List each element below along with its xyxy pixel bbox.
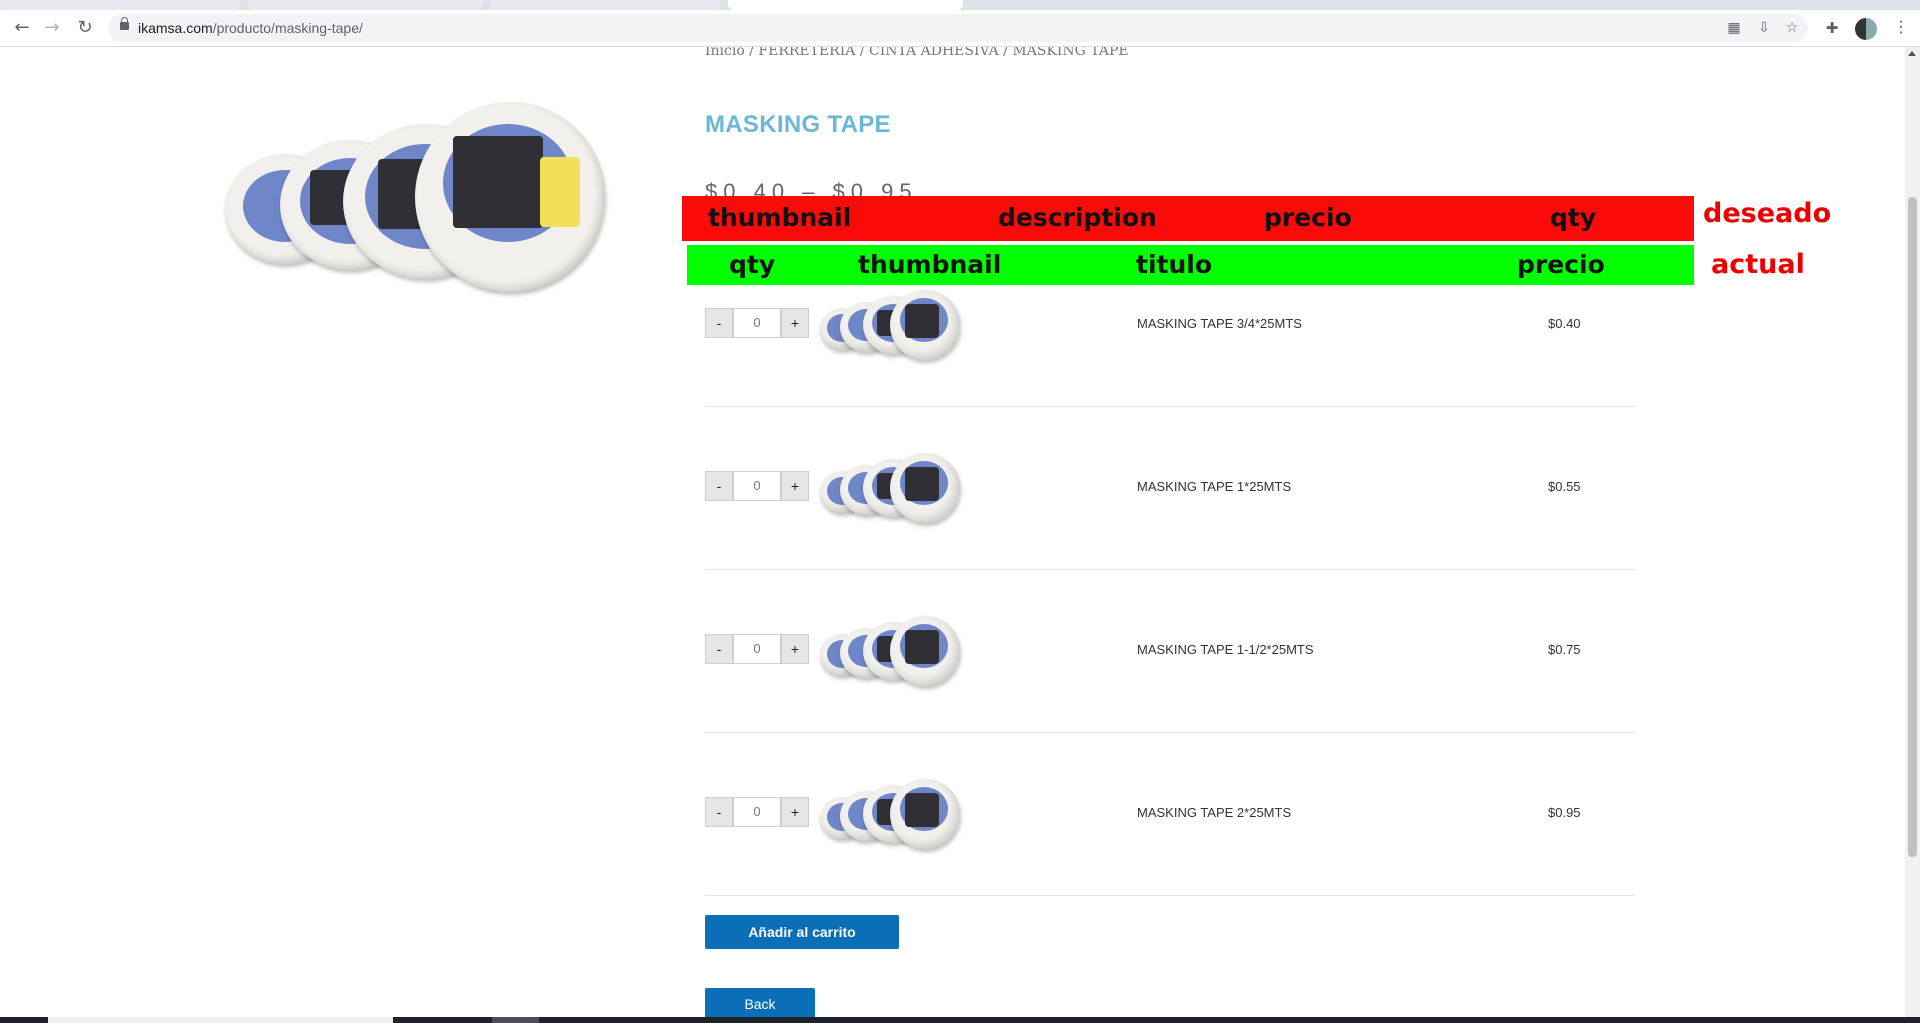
install-icon[interactable]: ⇩ [1756,20,1772,36]
forward-arrow-icon[interactable]: → [42,18,62,38]
row-divider [705,732,1635,733]
quantity-stepper[interactable]: - 0 + [705,797,809,827]
tab-strip [0,0,1920,10]
quantity-stepper[interactable]: - 0 + [705,308,809,338]
actual-col-qty: qty [729,250,776,279]
page-scrollbar[interactable] [1905,47,1920,1017]
menu-kebab-icon[interactable]: ⋮ [1893,18,1909,38]
product-row: - 0 + MASKING TAPE 3/4*25MTS $0.40 [705,290,1635,454]
browser-tab[interactable] [490,0,720,10]
quantity-input[interactable]: 0 [733,797,781,827]
desired-col-precio: precio [1264,203,1352,232]
product-row: - 0 + MASKING TAPE 1-1/2*25MTS $0.75 [705,616,1635,780]
page-content: Inicio / FERRETERIA / CINTA ADHESIVA / M… [0,47,1905,1017]
desired-label: deseado [1703,198,1832,229]
desired-columns-bar: thumbnail description precio qty [682,196,1694,241]
product-title: MASKING TAPE [705,111,891,138]
taskbar-app[interactable] [492,1017,539,1023]
row-price: $0.40 [1548,316,1581,331]
address-bar[interactable]: ikamsa.com/producto/masking-tape/ ▦ ⇩ ☆ [108,14,1808,42]
desired-col-thumbnail: thumbnail [708,203,852,232]
increase-qty-button[interactable]: + [781,308,809,338]
product-thumbnail[interactable] [818,779,968,869]
row-price: $0.75 [1548,642,1581,657]
product-main-image[interactable] [225,102,605,352]
quantity-input[interactable]: 0 [733,634,781,664]
actual-label: actual [1711,249,1805,280]
row-title: MASKING TAPE 2*25MTS [1137,805,1292,820]
row-title: MASKING TAPE 1*25MTS [1137,479,1292,494]
row-price: $0.95 [1548,805,1581,820]
profile-avatar[interactable] [1855,18,1877,40]
back-button[interactable]: Back [705,988,815,1017]
increase-qty-button[interactable]: + [781,634,809,664]
row-divider [705,895,1635,896]
lock-icon[interactable] [120,17,129,30]
product-thumbnail[interactable] [818,453,968,543]
os-taskbar [0,1017,1920,1023]
product-thumbnail[interactable] [818,290,968,380]
product-row: - 0 + MASKING TAPE 1*25MTS $0.55 [705,453,1635,617]
desired-col-qty: qty [1550,203,1597,232]
qr-code-icon[interactable]: ▦ [1726,20,1742,36]
breadcrumb[interactable]: Inicio / FERRETERIA / CINTA ADHESIVA / M… [705,47,1129,59]
browser-toolbar: ← → ↻ ikamsa.com/producto/masking-tape/ … [0,10,1920,47]
scroll-up-arrow-icon[interactable] [1908,51,1916,56]
row-divider [705,406,1635,407]
add-to-cart-button[interactable]: Añadir al carrito [705,915,899,949]
actual-col-precio: precio [1517,250,1605,279]
desired-col-description: description [998,203,1157,232]
actual-col-thumbnail: thumbnail [858,250,1002,279]
row-price: $0.55 [1548,479,1581,494]
increase-qty-button[interactable]: + [781,797,809,827]
quantity-stepper[interactable]: - 0 + [705,634,809,664]
reload-icon[interactable]: ↻ [75,18,95,38]
taskbar-search[interactable] [48,1017,393,1023]
decrease-qty-button[interactable]: - [705,308,733,338]
browser-tab[interactable] [248,0,483,10]
increase-qty-button[interactable]: + [781,471,809,501]
product-thumbnail[interactable] [818,616,968,706]
url-text[interactable]: ikamsa.com/producto/masking-tape/ [138,20,363,36]
browser-tab-active[interactable] [728,0,963,10]
actual-columns-bar: qty thumbnail titulo precio [687,245,1694,285]
row-divider [705,569,1635,570]
decrease-qty-button[interactable]: - [705,797,733,827]
scroll-thumb[interactable] [1908,197,1917,857]
quantity-stepper[interactable]: - 0 + [705,471,809,501]
row-title: MASKING TAPE 3/4*25MTS [1137,316,1302,331]
row-title: MASKING TAPE 1-1/2*25MTS [1137,642,1314,657]
actual-col-titulo: titulo [1136,250,1213,279]
extensions-puzzle-icon[interactable]: ✚ [1822,18,1842,38]
back-arrow-icon[interactable]: ← [12,18,32,38]
browser-tab[interactable] [0,0,240,10]
bookmark-star-icon[interactable]: ☆ [1784,20,1800,36]
decrease-qty-button[interactable]: - [705,634,733,664]
quantity-input[interactable]: 0 [733,308,781,338]
quantity-input[interactable]: 0 [733,471,781,501]
decrease-qty-button[interactable]: - [705,471,733,501]
